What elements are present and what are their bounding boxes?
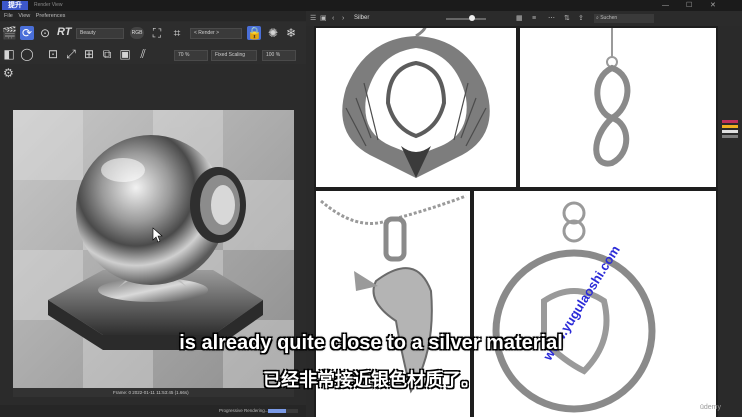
menu-icon[interactable]: ☰ bbox=[310, 11, 316, 26]
rt-toggle-label[interactable]: RT bbox=[57, 26, 71, 38]
share-icon[interactable]: ⇪ bbox=[578, 11, 584, 26]
sort-icon[interactable]: ⇅ bbox=[564, 11, 570, 26]
clapperboard-icon[interactable]: 🎬 bbox=[2, 26, 17, 40]
subtitle-chinese: 已经非常接近银色材质了。 bbox=[263, 370, 479, 390]
menu-file[interactable]: File bbox=[4, 11, 13, 21]
browser-toolbar: ☰ ▣ ‹ › Silber ▦ ≡ ⋯ ⇅ ⇪ ⌕ Suchen bbox=[306, 11, 742, 26]
render-progress-bar bbox=[268, 409, 298, 413]
scaling-select[interactable]: Fixed Scaling bbox=[211, 50, 257, 61]
list-view-icon[interactable]: ≡ bbox=[532, 11, 536, 26]
maximize-button[interactable]: ☐ bbox=[686, 1, 692, 10]
layers-icon[interactable]: ⧉ bbox=[100, 47, 114, 61]
color-swatch-yellow[interactable] bbox=[722, 125, 738, 128]
rgb-channel-icon[interactable]: RGB bbox=[130, 27, 144, 39]
lock-icon[interactable]: ⛶ bbox=[150, 26, 164, 40]
fit-icon[interactable]: ⊞ bbox=[82, 47, 96, 61]
render-region-icon[interactable]: ⊙ bbox=[38, 26, 52, 40]
minimize-button[interactable]: — bbox=[662, 1, 669, 10]
gradient-icon[interactable]: ◧ bbox=[2, 47, 16, 61]
lock-render-icon[interactable]: 🔒 bbox=[247, 26, 262, 40]
search-placeholder: Suchen bbox=[600, 15, 618, 21]
circle-icon[interactable]: ◯ bbox=[20, 47, 34, 61]
folder-title: Silber bbox=[354, 15, 370, 21]
sun-icon[interactable]: ✺ bbox=[266, 26, 280, 40]
view-mode-icon[interactable]: ▦ bbox=[516, 11, 523, 26]
app-logo: 提升 bbox=[2, 1, 28, 10]
progress-label: Progressive Rendering... bbox=[219, 408, 269, 413]
menu-preferences[interactable]: Preferences bbox=[36, 11, 66, 21]
snowflake-icon[interactable]: ❄ bbox=[284, 26, 298, 40]
title-bar: 提升 Render View bbox=[0, 0, 306, 11]
udemy-logo: ūdemy bbox=[700, 404, 722, 411]
zoom-input[interactable]: 70 % bbox=[174, 50, 208, 61]
refresh-render-icon[interactable]: ⟳ bbox=[20, 26, 34, 40]
wing-pendant-image bbox=[342, 28, 490, 178]
window-title: Render View bbox=[34, 2, 63, 8]
render-setting-select[interactable]: Beauty bbox=[76, 28, 124, 39]
subtitle-english: is already quite close to a silver mater… bbox=[179, 332, 563, 354]
inspector-side-panel bbox=[718, 26, 742, 417]
thumbnail-infinity-pendant[interactable] bbox=[520, 28, 716, 187]
crop-icon[interactable]: ⌗ bbox=[170, 26, 184, 40]
forward-icon[interactable]: › bbox=[342, 11, 344, 26]
infinity-pendant-image bbox=[593, 28, 631, 167]
gear-icon[interactable]: ⚙ bbox=[3, 66, 14, 80]
pv-icon[interactable]: ▣ bbox=[118, 47, 132, 61]
bottom-status-bar: Progressive Rendering... bbox=[0, 405, 306, 417]
render-progress-fill bbox=[268, 409, 286, 413]
search-input[interactable]: ⌕ Suchen bbox=[594, 14, 654, 23]
menu-view[interactable]: View bbox=[18, 11, 30, 21]
close-button[interactable]: ✕ bbox=[710, 1, 716, 10]
sidebar-toggle-icon[interactable]: ▣ bbox=[320, 11, 327, 26]
scale-percent-input[interactable]: 100 % bbox=[262, 50, 296, 61]
thumbnail-wing-pendant[interactable] bbox=[316, 28, 516, 187]
menu-bar: File View Preferences bbox=[0, 11, 306, 21]
slider-handle[interactable] bbox=[469, 15, 475, 21]
browser-title-bar: — ☐ ✕ bbox=[306, 0, 742, 11]
compare-icon[interactable]: ⫽ bbox=[136, 47, 150, 61]
color-swatch-gray[interactable] bbox=[722, 135, 738, 138]
thumbnail-grid bbox=[314, 26, 718, 417]
render-mode-select[interactable]: < Render > bbox=[190, 28, 242, 39]
back-icon[interactable]: ‹ bbox=[332, 11, 334, 26]
color-swatch-white[interactable] bbox=[722, 130, 738, 133]
color-swatch-magenta[interactable] bbox=[722, 120, 738, 123]
thumbnail-size-slider[interactable] bbox=[446, 18, 486, 20]
expand-icon[interactable]: ⤢ bbox=[64, 47, 78, 61]
more-icon[interactable]: ⋯ bbox=[548, 11, 555, 26]
region-icon[interactable]: ⊡ bbox=[46, 47, 60, 61]
